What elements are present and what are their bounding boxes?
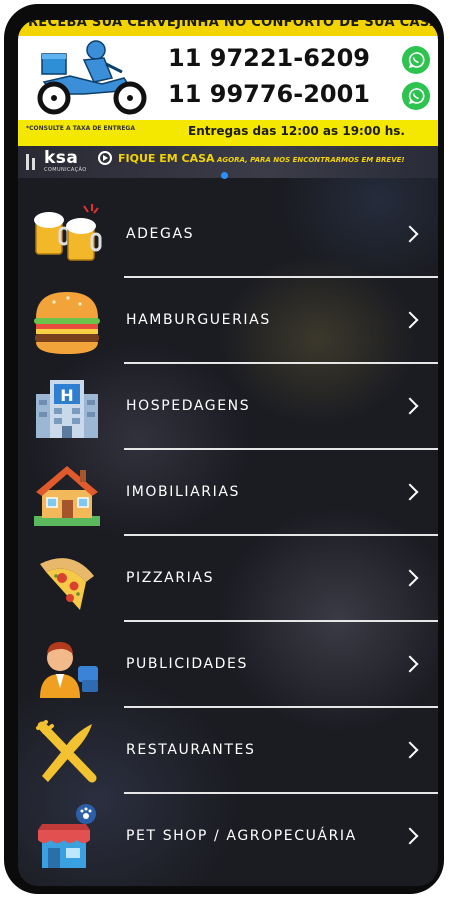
motorbike-delivery-icon bbox=[37, 40, 147, 115]
chevron-right-icon bbox=[401, 483, 419, 501]
ksa-logo: ksa COMUNICAÇÃO bbox=[22, 148, 112, 176]
house-icon bbox=[34, 466, 100, 526]
fork-knife-icon bbox=[36, 720, 97, 783]
hotel-icon: H bbox=[36, 380, 98, 438]
app-screen: RECEBA SUA CERVEJINHA NO CONFORTO DE SUA… bbox=[18, 20, 438, 886]
whatsapp-icon[interactable] bbox=[402, 46, 430, 74]
ksa-mark-icon bbox=[26, 154, 35, 170]
play-arrow-icon bbox=[98, 151, 112, 165]
ksa-brand-sub: COMUNICAÇÃO bbox=[44, 167, 87, 173]
banner-headline: RECEBA SUA CERVEJINHA NO CONFORTO DE SUA… bbox=[28, 20, 438, 30]
stay-home-strip: ksa COMUNICAÇÃO FIQUE EM CASA AGORA, PAR… bbox=[18, 146, 438, 178]
ksa-brand: ksa bbox=[44, 148, 79, 168]
chevron-right-icon bbox=[401, 311, 419, 329]
phone-frame: RECEBA SUA CERVEJINHA NO CONFORTO DE SUA… bbox=[4, 4, 444, 894]
chevron-right-icon bbox=[401, 741, 419, 759]
chevron-right-icon bbox=[401, 225, 419, 243]
delivery-info-bar: *CONSULTE A TAXA DE ENTREGA Entregas das… bbox=[18, 120, 438, 146]
menu-item-hamburguerias[interactable]: HAMBURGUERIAS bbox=[18, 278, 438, 364]
menu-item-hospedagens[interactable]: H HOSPEDAGENS bbox=[18, 364, 438, 450]
menu-item-imobiliarias[interactable]: IMOBILIARIAS bbox=[18, 450, 438, 536]
beer-mugs-icon bbox=[34, 204, 102, 261]
chevron-right-icon bbox=[401, 569, 419, 587]
pet-shop-icon bbox=[38, 804, 96, 868]
menu-item-label: HOSPEDAGENS bbox=[126, 398, 251, 414]
stay-home-rest: AGORA, PARA NOS ENCONTRARMOS EM BREVE! bbox=[214, 156, 405, 164]
delivery-fee-note: *CONSULTE A TAXA DE ENTREGA bbox=[26, 125, 135, 132]
device: RECEBA SUA CERVEJINHA NO CONFORTO DE SUA… bbox=[0, 0, 450, 900]
carousel-indicator[interactable] bbox=[221, 172, 228, 179]
menu-item-label: IMOBILIARIAS bbox=[126, 484, 240, 500]
whatsapp-icon[interactable] bbox=[402, 82, 430, 110]
chevron-right-icon bbox=[401, 655, 419, 673]
menu-item-label: PUBLICIDADES bbox=[126, 656, 248, 672]
menu-item-label: PET SHOP / AGROPECUÁRIA bbox=[126, 828, 357, 844]
stay-home-text: FIQUE EM CASA AGORA, PARA NOS ENCONTRARM… bbox=[118, 152, 405, 165]
menu-item-pizzarias[interactable]: PIZZARIAS bbox=[18, 536, 438, 622]
chevron-right-icon bbox=[401, 397, 419, 415]
delivery-banner[interactable]: RECEBA SUA CERVEJINHA NO CONFORTO DE SUA… bbox=[18, 20, 438, 156]
chevron-right-icon bbox=[401, 827, 419, 845]
menu-item-adegas[interactable]: ADEGAS bbox=[18, 192, 438, 278]
menu-item-label: HAMBURGUERIAS bbox=[126, 312, 271, 328]
menu-item-label: RESTAURANTES bbox=[126, 742, 256, 758]
menu-item-pet-shop[interactable]: PET SHOP / AGROPECUÁRIA bbox=[18, 794, 438, 880]
menu-item-publicidades[interactable]: PUBLICIDADES bbox=[18, 622, 438, 708]
stay-home-bold: FIQUE EM CASA bbox=[118, 152, 215, 165]
pizza-slice-icon bbox=[40, 558, 94, 610]
phone-number-2[interactable]: 11 99776-2001 bbox=[168, 80, 398, 112]
menu-item-label: PIZZARIAS bbox=[126, 570, 215, 586]
hamburger-icon bbox=[34, 292, 100, 354]
menu-item-restaurantes[interactable]: RESTAURANTES bbox=[18, 708, 438, 794]
advertising-person-icon bbox=[40, 642, 98, 698]
delivery-hours: Entregas das 12:00 as 19:00 hs. bbox=[188, 124, 405, 138]
phone-number-1[interactable]: 11 97221-6209 bbox=[168, 44, 398, 76]
svg-text:H: H bbox=[60, 386, 73, 405]
menu-item-label: ADEGAS bbox=[126, 226, 195, 242]
